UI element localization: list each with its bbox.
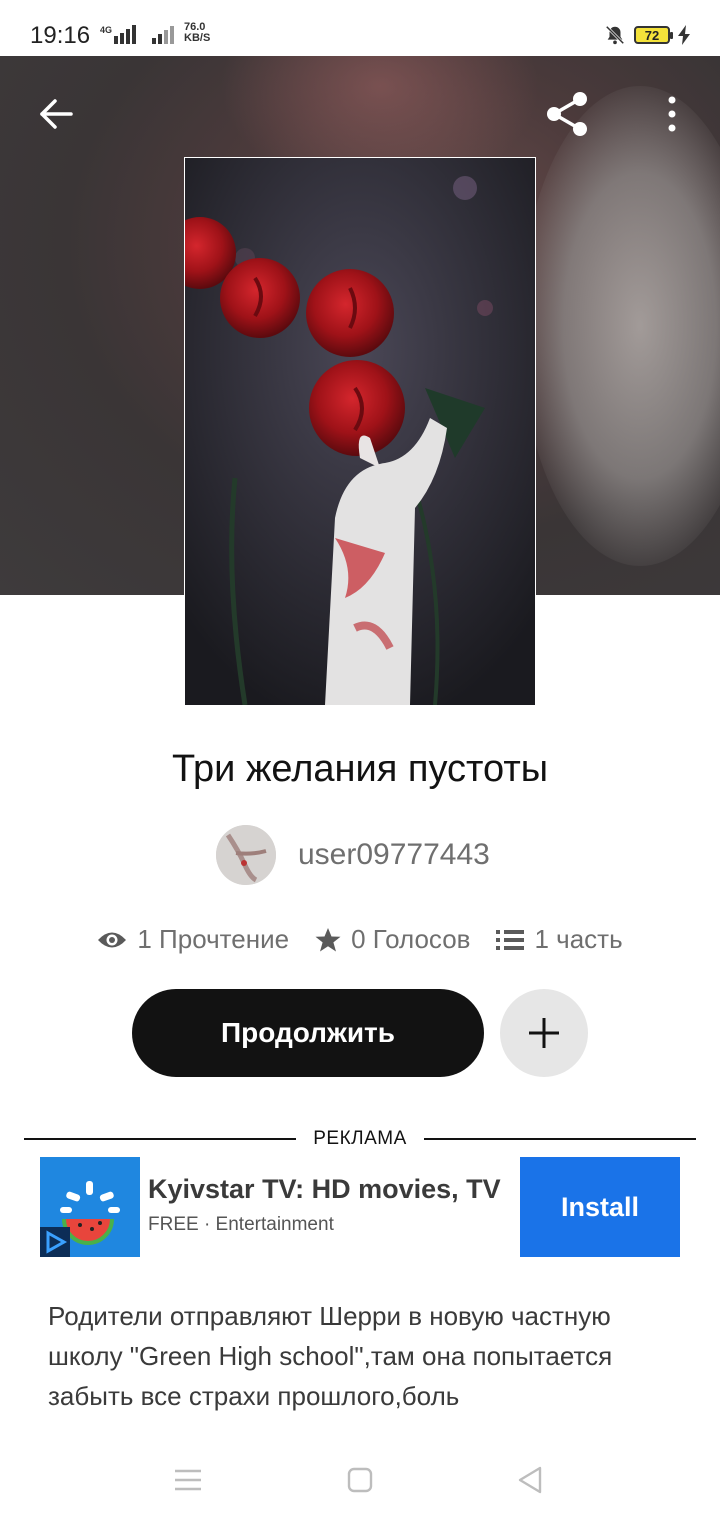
stat-reads: 1 Прочтение bbox=[97, 924, 289, 955]
author-avatar[interactable] bbox=[216, 825, 276, 885]
add-to-library-button[interactable] bbox=[500, 989, 588, 1077]
battery-level: 72 bbox=[644, 27, 660, 43]
parts-label: 1 часть bbox=[534, 924, 623, 954]
status-time: 19:16 bbox=[30, 22, 91, 49]
triangle-back-icon bbox=[518, 1466, 542, 1494]
status-bar: 19:16 4G 76.0 KB/S 72 bbox=[0, 0, 720, 56]
ad-divider: РЕКЛАМА bbox=[24, 1128, 696, 1150]
bell-muted-icon bbox=[605, 25, 625, 45]
eye-icon bbox=[98, 932, 127, 947]
nav-back-button[interactable] bbox=[508, 1458, 552, 1502]
ad-app-title[interactable]: Kyivstar TV: HD movies, TV bbox=[148, 1174, 501, 1205]
story-title: Три желания пустоты bbox=[171, 748, 549, 790]
author-name[interactable]: user09777443 bbox=[298, 838, 490, 872]
status-right: 72 bbox=[604, 24, 692, 46]
signal-indicators: 4G bbox=[100, 24, 182, 46]
share-button[interactable] bbox=[540, 86, 596, 142]
ad-install-button[interactable]: Install bbox=[520, 1157, 680, 1257]
votes-label: 0 Голосов bbox=[351, 924, 471, 954]
more-button[interactable] bbox=[644, 86, 700, 142]
divider-line bbox=[424, 1138, 696, 1140]
signal-bars-icon bbox=[152, 26, 174, 44]
continue-reading-button[interactable]: Продолжить bbox=[132, 989, 484, 1077]
story-cover[interactable] bbox=[184, 157, 536, 706]
stat-parts: 1 часть bbox=[496, 924, 623, 955]
svg-text:4G: 4G bbox=[100, 25, 112, 35]
star-icon bbox=[315, 927, 341, 951]
cover-image bbox=[185, 158, 535, 705]
speed-unit: KB/S bbox=[184, 32, 211, 44]
reads-label: 1 Прочтение bbox=[137, 924, 290, 954]
story-description: Родители отправляют Шерри в новую частну… bbox=[48, 1301, 613, 1411]
author-link[interactable]: user09777443 bbox=[216, 825, 490, 885]
arrow-left-icon bbox=[40, 99, 73, 129]
list-icon bbox=[496, 929, 525, 950]
avatar-image bbox=[216, 825, 276, 885]
ad-app-icon[interactable] bbox=[40, 1157, 140, 1257]
story-stats: 1 Прочтение 0 Голосов 1 часть bbox=[0, 924, 720, 955]
ad-app-subtitle: FREE · Entertainment bbox=[148, 1214, 334, 1235]
home-square-icon bbox=[347, 1467, 373, 1493]
nav-home-button[interactable] bbox=[338, 1458, 382, 1502]
backdrop-glow bbox=[520, 86, 720, 566]
more-vertical-icon bbox=[668, 96, 676, 132]
menu-icon bbox=[175, 1469, 201, 1491]
charging-icon bbox=[678, 25, 690, 45]
battery-indicator: 72 bbox=[634, 26, 673, 44]
system-nav-bar bbox=[0, 1440, 720, 1520]
plus-icon bbox=[529, 1018, 559, 1048]
signal-4g-icon: 4G bbox=[100, 25, 136, 44]
kyivstar-logo-icon bbox=[40, 1157, 140, 1257]
network-speed: 76.0 KB/S bbox=[184, 22, 210, 44]
share-icon bbox=[547, 92, 587, 136]
back-button[interactable] bbox=[28, 86, 84, 142]
nav-recents-button[interactable] bbox=[166, 1458, 210, 1502]
stat-votes: 0 Голосов bbox=[315, 924, 470, 955]
